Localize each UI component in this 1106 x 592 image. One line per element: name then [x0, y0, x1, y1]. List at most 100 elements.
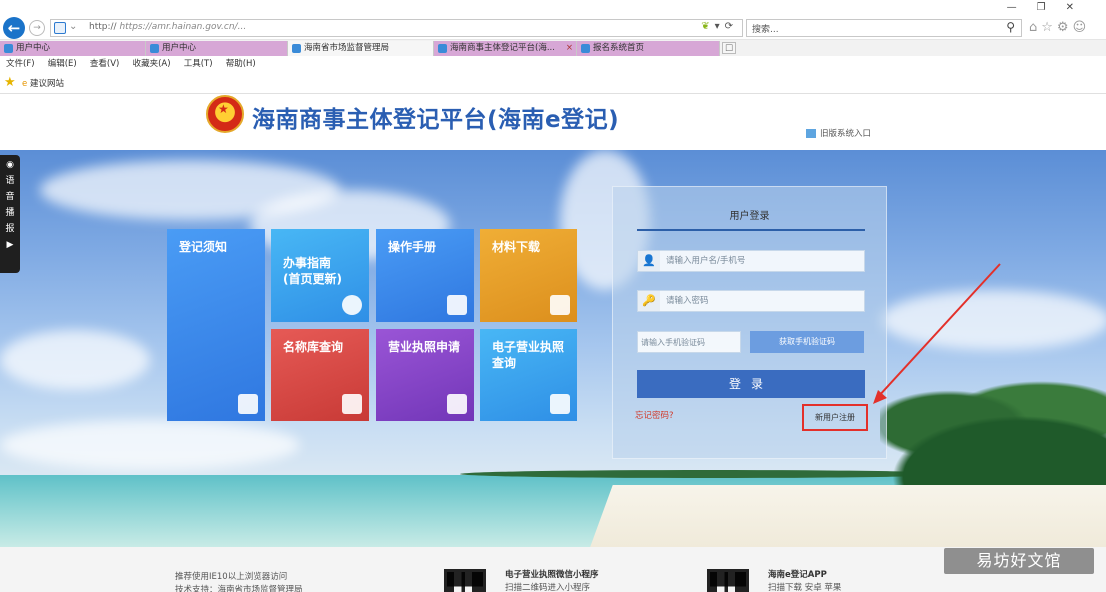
voice-read-toolbar[interactable]: ◉ 语 音 播 报 ▶ — [0, 155, 20, 273]
sms-code-field[interactable] — [637, 331, 741, 353]
footer-left-text: 推荐使用IE10以上浏览器访问 技术支持：海南省市场监督管理局 — [175, 572, 303, 592]
qr-code-mini-program — [444, 569, 486, 592]
dropdown-icon[interactable]: ▾ — [715, 21, 725, 32]
browser-toolbar-icons: ⌂☆⚙☺ — [1029, 20, 1090, 35]
forward-arrow-icon[interactable]: → — [29, 20, 45, 36]
island — [870, 405, 1106, 495]
login-title-underline — [637, 229, 865, 231]
national-emblem-icon — [206, 95, 244, 133]
favorites-star-icon[interactable]: ★ — [4, 75, 16, 90]
new-tab-button[interactable]: □ — [722, 42, 736, 54]
qr-code-app — [707, 569, 749, 592]
inbox-tray-icon — [342, 394, 362, 414]
login-title: 用户登录 — [729, 211, 770, 222]
compass-icon — [342, 295, 362, 315]
tab-bar: 用户中心 用户中心 海南省市场监督管理局 海南商事主体登记平台(海... × 报名… — [0, 40, 1106, 56]
user-icon: 👤 — [638, 251, 660, 271]
tab-hainan-registration[interactable]: 海南商事主体登记平台(海... × — [434, 41, 577, 56]
refresh-icon[interactable]: ⟳ — [725, 21, 738, 32]
tab-user-center-1[interactable]: 用户中心 — [0, 41, 146, 56]
menu-file[interactable]: 文件(F) — [6, 56, 35, 72]
menu-tools[interactable]: 工具(T) — [184, 56, 213, 72]
manual-book-icon — [447, 295, 467, 315]
tile-operation-manual[interactable]: 操作手册 — [376, 229, 474, 322]
tab-close-icon[interactable]: × — [566, 41, 573, 56]
footer-right-text: 海南e登记APP 扫描下载 安卓 苹果 — [768, 570, 842, 592]
toolbar-char: 语 — [5, 176, 15, 186]
site-favicon-icon — [54, 22, 66, 34]
star-icon[interactable]: ☆ — [1041, 20, 1057, 35]
menu-view[interactable]: 查看(V) — [90, 56, 119, 72]
smiley-icon[interactable]: ☺ — [1073, 20, 1091, 35]
menu-favorites[interactable]: 收藏夹(A) — [133, 56, 171, 72]
footer-mid-text: 电子营业执照微信小程序 扫描二维码进入小程序 — [505, 570, 599, 592]
tile-license-application[interactable]: 营业执照申请 — [376, 329, 474, 421]
document-edit-icon — [238, 394, 258, 414]
tab-favicon-icon — [4, 44, 13, 53]
toolbar-char: 音 — [5, 192, 15, 202]
minimize-icon[interactable]: — — [1007, 2, 1037, 13]
tab-signup-home[interactable]: 报名系统首页 — [577, 41, 720, 56]
compat-leaf-icon[interactable]: ❦ — [701, 21, 714, 32]
old-version-link[interactable]: 旧版系统入口 — [806, 127, 871, 139]
search-field[interactable]: 搜索... ⚲ — [746, 19, 1022, 37]
menu-edit[interactable]: 编辑(E) — [48, 56, 77, 72]
beach-sand — [587, 485, 1106, 547]
tab-market-bureau[interactable]: 海南省市场监督管理局 — [288, 41, 434, 56]
id-card-search-icon — [550, 394, 570, 414]
close-icon[interactable]: ✕ — [1066, 2, 1094, 13]
gear-icon[interactable]: ⚙ — [1057, 20, 1073, 35]
forgot-password-link[interactable]: 忘记密码? — [635, 409, 674, 421]
tab-favicon-icon — [150, 44, 159, 53]
tab-favicon-icon — [438, 44, 447, 53]
back-arrow-icon[interactable]: ← — [3, 17, 25, 39]
page-footer: 推荐使用IE10以上浏览器访问 技术支持：海南省市场监督管理局 电子营业执照微信… — [0, 547, 1106, 592]
watermark: 易坊好文馆 — [944, 548, 1094, 574]
page-header: 海南商事主体登记平台(海南e登记) 旧版系统入口 — [0, 94, 1106, 150]
login-button[interactable]: 登录 — [637, 370, 865, 398]
search-icon[interactable]: ⚲ — [1006, 20, 1015, 34]
cloud — [0, 420, 300, 470]
tab-favicon-icon — [581, 44, 590, 53]
play-icon[interactable]: ▶ — [0, 240, 20, 251]
tile-name-query[interactable]: 名称库查询 — [271, 329, 369, 421]
tab-user-center-2[interactable]: 用户中心 — [146, 41, 288, 56]
favorite-suggested-sites[interactable]: e 建议网站 — [22, 77, 64, 89]
restore-icon[interactable]: ❐ — [1037, 2, 1066, 13]
window-controls: —❐✕ — [1007, 2, 1094, 13]
toolbar-char: 报 — [5, 224, 15, 234]
url-field[interactable]: ⌄ http:// https://amr.hainan.gov.cn/... … — [50, 19, 743, 37]
menu-help[interactable]: 帮助(H) — [226, 56, 256, 72]
site-title: 海南商事主体登记平台(海南e登记) — [252, 107, 620, 133]
chat-icon[interactable]: ◉ — [0, 160, 20, 171]
cloud — [0, 330, 150, 390]
username-field[interactable]: 👤 — [637, 250, 865, 272]
download-file-icon — [550, 295, 570, 315]
tab-favicon-icon — [292, 44, 301, 53]
ie-icon: e — [22, 79, 28, 89]
tile-e-license-query[interactable]: 电子营业执照查询 — [480, 329, 577, 421]
monitor-icon — [806, 129, 816, 138]
tile-material-download[interactable]: 材料下载 — [480, 229, 577, 322]
sms-code-input[interactable] — [641, 333, 741, 351]
tile-service-guide[interactable]: 办事指南 (首页更新) — [271, 229, 369, 322]
password-input[interactable] — [666, 293, 856, 309]
menu-bar: 文件(F) 编辑(E) 查看(V) 收藏夹(A) 工具(T) 帮助(H) — [0, 56, 1106, 72]
url-text: http:// https://amr.hainan.gov.cn/... — [89, 22, 247, 32]
search-placeholder: 搜索... — [752, 25, 779, 35]
key-icon: 🔑 — [638, 291, 660, 311]
login-panel: 用户登录 👤 🔑 获取手机验证码 登录 忘记密码? 新用户注册 — [612, 186, 887, 459]
toolbar-char: 播 — [5, 208, 15, 218]
url-actions[interactable]: ❦▾⟳ — [701, 21, 738, 32]
tile-registration-notice[interactable]: 登记须知 — [167, 229, 265, 421]
get-sms-code-button[interactable]: 获取手机验证码 — [750, 331, 864, 353]
url-dropdown-icon[interactable]: ⌄ — [69, 21, 77, 32]
user-card-icon — [447, 394, 467, 414]
password-field[interactable]: 🔑 — [637, 290, 865, 312]
favorites-bar: ★ e 建议网站 — [0, 72, 1106, 94]
cloud — [880, 290, 1106, 350]
new-user-register-link[interactable]: 新用户注册 — [802, 404, 868, 431]
home-icon[interactable]: ⌂ — [1029, 20, 1041, 35]
browser-address-bar: ← → ⌄ http:// https://amr.hainan.gov.cn/… — [0, 0, 1106, 40]
username-input[interactable] — [666, 253, 856, 269]
